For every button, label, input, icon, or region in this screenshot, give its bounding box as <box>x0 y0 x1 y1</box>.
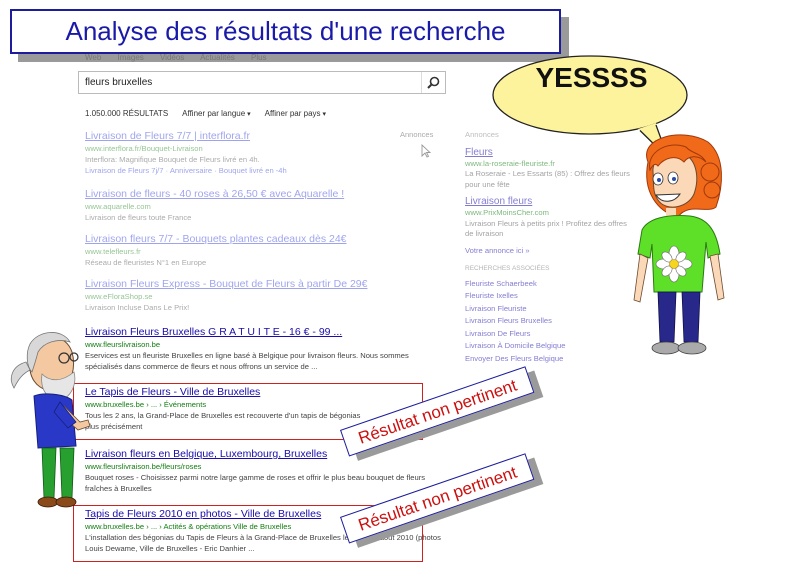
related-link[interactable]: Fleuriste Ixelles <box>465 290 635 303</box>
filter-language[interactable]: Affiner par langue <box>182 109 250 118</box>
result-title-link[interactable]: Livraison Fleurs Bruxelles G R A T U I T… <box>85 326 445 339</box>
ad-title-link[interactable]: Livraison Fleurs Express - Bouquet de Fl… <box>85 278 445 291</box>
ad-result: Livraison Fleurs Express - Bouquet de Fl… <box>85 278 445 313</box>
ad-url: www.aquarelle.com <box>85 202 151 211</box>
related-link[interactable]: Livraison À Domicile Belgique <box>465 340 635 353</box>
related-link[interactable]: Livraison Fleuriste <box>465 303 635 316</box>
search-bar <box>78 71 446 94</box>
sidebar-ad-url: www.PrixMoinsCher.com <box>465 208 549 217</box>
page-title: Analyse des résultats d'une recherche <box>10 9 561 54</box>
ad-result: Livraison de Fleurs 7/7 | interflora.fr … <box>85 130 445 176</box>
related-heading: RECHERCHES ASSOCIÉES <box>465 265 550 272</box>
sidebar-ad-snippet: Livraison Fleurs à petits prix ! Profite… <box>465 218 627 239</box>
ad-result: Livraison fleurs 7/7 - Bouquets plantes … <box>85 233 445 268</box>
search-input[interactable] <box>79 72 419 93</box>
related-link[interactable]: Fleuriste Schaerbeek <box>465 278 635 291</box>
ad-snippet: Livraison Incluse Dans Le Prix! <box>85 303 190 312</box>
ad-result: Livraison de fleurs - 40 roses à 26,50 €… <box>85 188 445 223</box>
related-link[interactable]: Livraison De Fleurs <box>465 328 635 341</box>
ad-title-link[interactable]: Livraison de Fleurs 7/7 | interflora.fr <box>85 130 445 143</box>
page-title-text: Analyse des résultats d'une recherche <box>65 16 506 46</box>
related-link[interactable]: Envoyer Des Fleurs Belgique <box>465 353 635 366</box>
ad-title-link[interactable]: Livraison de fleurs - 40 roses à 26,50 €… <box>85 188 445 201</box>
sidebar-ad-title[interactable]: Livraison fleurs <box>465 196 635 208</box>
girl-cartoon <box>633 134 725 355</box>
search-result: Livraison fleurs en Belgique, Luxembourg… <box>85 448 445 494</box>
nav-row: Web Images Vidéos Actualités Plus <box>85 53 267 62</box>
related-link[interactable]: Livraison Fleurs Bruxelles <box>465 315 635 328</box>
results-count: 1.050.000 RÉSULTATS <box>85 109 169 118</box>
results-stats: 1.050.000 RÉSULTATS Affiner par langue A… <box>85 109 326 118</box>
result-snippet: Eservices est un fleuriste Bruxelles en … <box>85 351 409 371</box>
result-title-link[interactable]: Livraison fleurs en Belgique, Luxembourg… <box>85 448 445 461</box>
ad-snippet: Livraison de Fleurs 7j/7 · Anniversaire … <box>85 166 287 175</box>
ad-url: www.interflora.fr/Bouquet-Livraison <box>85 144 203 153</box>
result-url: www.fleurslivraison.be <box>85 340 161 349</box>
search-result: Livraison Fleurs Bruxelles G R A T U I T… <box>85 326 445 372</box>
sidebar-ad-snippet: La Roseraie - Les Essarts (85) : Offrez … <box>465 169 630 189</box>
sidebar: Annonces Fleurs www.la-roseraie-fleurist… <box>465 130 635 365</box>
bubble-text: YESSSS <box>535 62 648 93</box>
filter-country[interactable]: Affiner par pays <box>265 109 326 118</box>
ad-url: www.telefleurs.fr <box>85 247 141 256</box>
result-snippet: Bouquet roses - Choisissez parmi notre l… <box>85 473 426 493</box>
ad-snippet: Interflora: Magnifique Bouquet de Fleurs… <box>85 155 260 164</box>
man-cartoon <box>10 332 91 508</box>
ad-title-link[interactable]: Livraison fleurs 7/7 - Bouquets plantes … <box>85 233 445 246</box>
ad-snippet: Réseau de fleuristes N°1 en Europe <box>85 258 207 267</box>
ad-snippet: Livraison de fleurs toute France <box>85 213 192 222</box>
ad-url: www.eFloraShop.se <box>85 292 153 301</box>
sidebar-ad-link[interactable]: Votre annonce ici » <box>465 246 635 257</box>
result-url: www.fleurslivraison.be/fleurs/roses <box>85 462 202 471</box>
search-icon <box>427 76 440 89</box>
search-button[interactable] <box>421 72 445 93</box>
